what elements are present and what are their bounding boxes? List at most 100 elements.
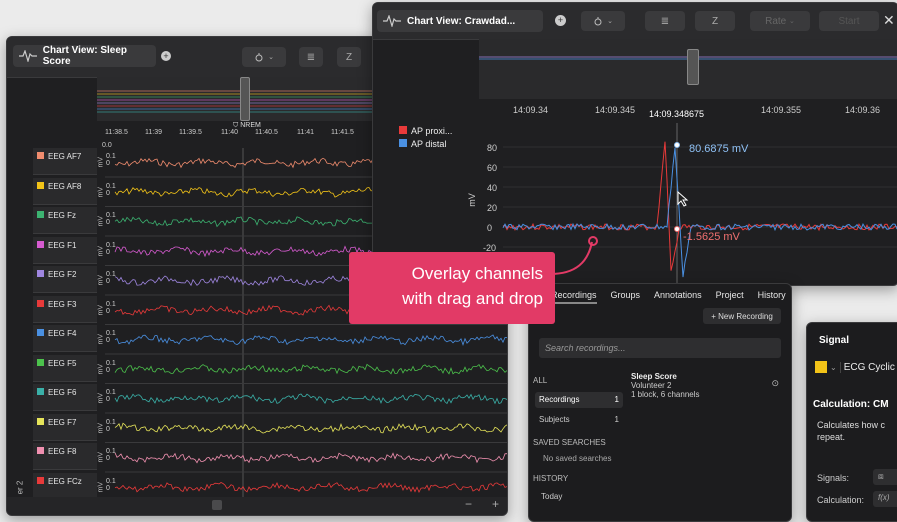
drop-icon xyxy=(594,17,602,26)
recording-list-item[interactable]: Sleep Score Volunteer 2 1 block, 6 chann… xyxy=(631,372,781,412)
legend: AP proxi... AP distal xyxy=(395,126,452,149)
chart-title-button[interactable]: Chart View: Crawdad... xyxy=(377,10,543,32)
calculation-field[interactable]: f(x) xyxy=(873,491,897,507)
channel-scale-zero: 0 xyxy=(106,189,110,197)
channel-item[interactable]: EEG FCz xyxy=(33,472,97,500)
channel-swatch xyxy=(37,240,44,248)
channel-item[interactable]: EEG AF7 xyxy=(33,148,97,175)
legend-swatch xyxy=(399,139,407,147)
channel-scale-zero: 0 xyxy=(106,337,110,344)
signal-icon: ⧈ xyxy=(878,471,884,481)
sidebar-item-subjects[interactable]: Subjects 1 xyxy=(535,412,623,428)
zoom-button[interactable]: Z xyxy=(337,47,361,67)
channel-swatch xyxy=(37,211,44,218)
new-recording-button[interactable]: + New Recording xyxy=(703,308,781,324)
search-placeholder: Search recordings... xyxy=(545,343,626,353)
chevron-down-icon: ⌄ xyxy=(268,54,274,61)
sidebar: ALL Recordings 1 Subjects 1 SAVED SEARCH… xyxy=(529,368,627,521)
channel-item[interactable]: EEG F6 xyxy=(33,384,97,411)
tab-project[interactable]: Project xyxy=(716,290,744,300)
sidebar-item-label: Subjects xyxy=(539,415,570,424)
channel-item[interactable]: EEG Fz xyxy=(33,207,97,234)
channel-item[interactable]: EEG F2 xyxy=(33,266,97,293)
more-icon[interactable]: ⊙ xyxy=(771,378,779,389)
channel-unit: mV xyxy=(97,393,105,404)
y-unit: mV xyxy=(466,193,477,207)
sidebar-item-label: Recordings xyxy=(539,395,580,404)
zoom-out-button[interactable]: − xyxy=(465,497,472,511)
channel-scale-top: 0.1 xyxy=(106,448,116,455)
channel-trace xyxy=(114,334,507,346)
h-scrollbar-thumb[interactable] xyxy=(212,500,222,510)
channel-item[interactable]: EEG F3 xyxy=(33,295,97,323)
channel-name: EEG F7 xyxy=(48,417,77,427)
sidebar-item-recordings[interactable]: Recordings 1 xyxy=(535,392,623,408)
channel-item[interactable]: EEG F8 xyxy=(33,443,97,470)
start-button[interactable]: Start xyxy=(819,11,879,31)
legend-item[interactable]: AP proxi... xyxy=(395,126,452,136)
channel-unit: mV xyxy=(97,275,105,286)
channel-item[interactable]: EEG AF8 xyxy=(33,177,97,205)
color-menu-button[interactable]: ⌄ xyxy=(581,11,625,31)
cursor-point-red xyxy=(674,226,680,232)
add-icon[interactable]: + xyxy=(161,51,171,61)
channel-scale-zero: 0 xyxy=(106,425,110,433)
chart-title: Chart View: Sleep Score xyxy=(42,45,128,67)
chart-title: Chart View: Crawdad... xyxy=(407,15,516,27)
channel-item[interactable]: EEG F4 xyxy=(33,325,97,352)
chart-title-button[interactable]: Chart View: Sleep Score xyxy=(13,45,156,67)
channel-item[interactable]: EEG F1 xyxy=(33,236,97,264)
color-menu-button[interactable]: ⌄ xyxy=(242,47,286,67)
channel-unit: mV xyxy=(97,157,105,168)
history-item-today[interactable]: Today xyxy=(541,492,562,501)
time-tick: 11:39 xyxy=(145,129,162,136)
channel-unit: mV xyxy=(97,186,105,198)
channel-unit: mV xyxy=(97,422,105,434)
callout-box: Overlay channels with drag and drop xyxy=(349,252,555,324)
channel-trace xyxy=(114,482,507,493)
legend-label: AP proxi... xyxy=(411,126,453,136)
tab-signal[interactable]: Signal xyxy=(819,335,849,346)
channel-name: EEG AF8 xyxy=(48,181,82,191)
channel-scale-zero: 0 xyxy=(106,366,110,374)
channel-unit: mV xyxy=(97,334,105,345)
close-icon[interactable]: ✕ xyxy=(883,12,895,29)
rate-select[interactable]: Rate ⌄ xyxy=(750,11,810,31)
overview-scroll-handle[interactable] xyxy=(240,77,250,121)
channel-swatch xyxy=(37,417,44,425)
search-input[interactable]: Search recordings... xyxy=(539,338,781,358)
channel-scale-top: 0.1 xyxy=(106,212,116,219)
zoom-in-button[interactable]: + xyxy=(492,497,499,511)
tab-recordings[interactable]: Recordings xyxy=(551,290,597,304)
channel-unit: mV xyxy=(97,304,105,316)
add-icon[interactable]: + xyxy=(555,15,566,26)
channel-item[interactable]: EEG F5 xyxy=(33,354,97,382)
tab-history[interactable]: History xyxy=(758,290,786,300)
list-view-button[interactable]: ≣ xyxy=(645,11,685,31)
list-view-button[interactable]: ≣ xyxy=(299,47,323,67)
channel-select[interactable]: ⌄ ECG Cyclic xyxy=(815,357,897,377)
time-tick: 14:09.36 xyxy=(845,105,881,115)
recording-subject: Volunteer 2 xyxy=(631,381,672,390)
tab-groups[interactable]: Groups xyxy=(611,290,641,300)
overview-strip[interactable] xyxy=(479,39,897,99)
time-tick: 11:40.5 xyxy=(255,129,278,136)
toolbar: Chart View: Crawdad... + ⌄ ≣ Z Rate ⌄ St… xyxy=(373,3,897,40)
legend-item[interactable]: AP distal xyxy=(395,139,452,149)
channel-scale-zero: 0 xyxy=(106,396,110,403)
channel-scale-zero: 0 xyxy=(106,484,110,492)
channel-name: EEG F5 xyxy=(48,358,77,368)
tab-annotations[interactable]: Annotations xyxy=(654,290,702,300)
channel-swatch xyxy=(37,388,44,395)
time-tick: 11:41 xyxy=(297,129,314,136)
time-tick: 11:40 xyxy=(221,129,238,136)
zoom-button[interactable]: Z xyxy=(695,11,735,31)
channel-scale-zero: 0 xyxy=(106,307,110,315)
channel-unit: mV xyxy=(97,363,105,375)
channel-name: EEG FCz xyxy=(48,476,82,486)
channel-scale-top: 0.1 xyxy=(106,330,116,337)
channel-name: EEG F3 xyxy=(48,299,77,309)
signals-field[interactable]: ⧈ xyxy=(873,469,897,485)
overview-scroll-handle[interactable] xyxy=(687,49,699,85)
channel-item[interactable]: EEG F7 xyxy=(33,413,97,441)
